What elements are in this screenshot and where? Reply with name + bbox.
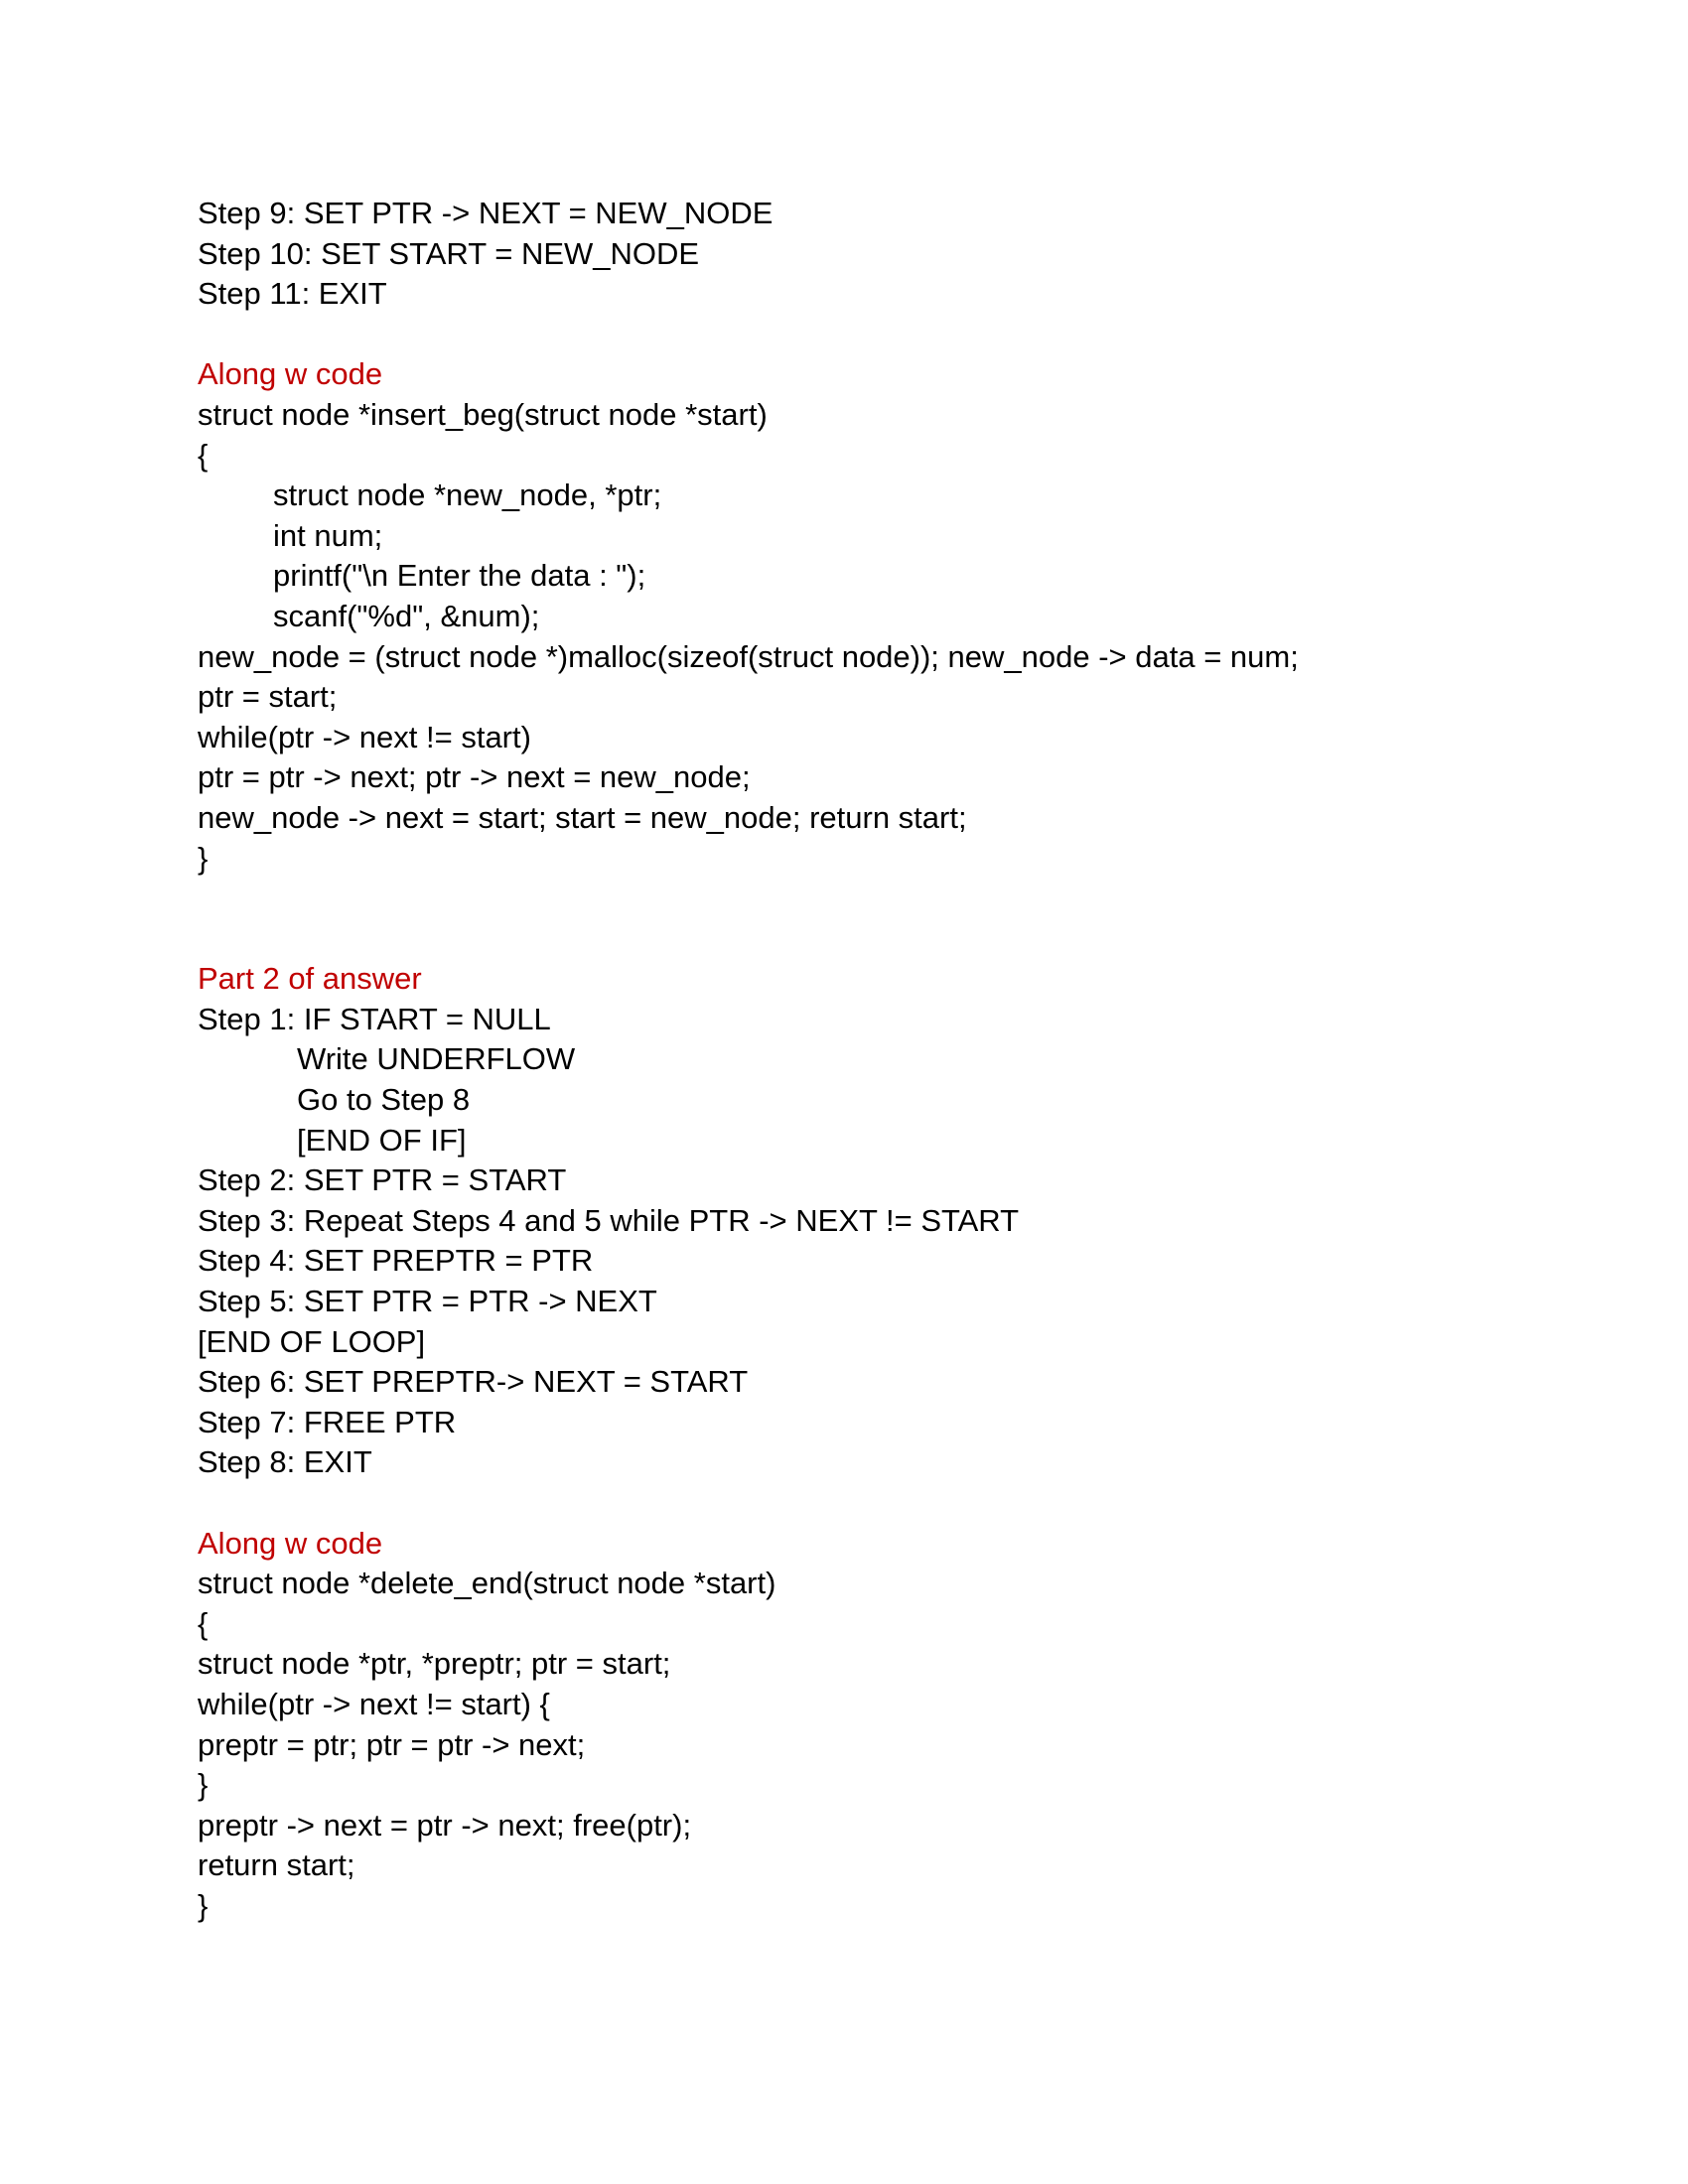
step-line-indented: Write UNDERFLOW: [297, 1041, 576, 1077]
heading-along-w-code-1: Along w code: [198, 356, 383, 392]
step-line: Step 9: SET PTR -> NEXT = NEW_NODE: [198, 196, 774, 230]
code-line: struct node *insert_beg(struct node *sta…: [198, 396, 768, 432]
code-line: {: [198, 437, 209, 473]
code-line: struct node *ptr, *preptr; ptr = start;: [198, 1646, 671, 1682]
code-line-indented: printf("\n Enter the data : ");: [273, 558, 646, 594]
code-line: while(ptr -> next != start): [198, 719, 531, 754]
heading-along-w-code-2: Along w code: [198, 1525, 383, 1561]
step-line: Step 10: SET START = NEW_NODE: [198, 235, 700, 271]
step-line-indented: [END OF IF]: [297, 1122, 467, 1158]
code-line: preptr = ptr; ptr = ptr -> next;: [198, 1726, 586, 1762]
code-line: }: [198, 840, 209, 876]
step-line: Step 2: SET PTR = START: [198, 1162, 567, 1198]
step-line: [END OF LOOP]: [198, 1323, 426, 1359]
step-line: Step 6: SET PREPTR-> NEXT = START: [198, 1364, 749, 1400]
step-line: Step 5: SET PTR = PTR -> NEXT: [198, 1284, 657, 1319]
code-line: }: [198, 1767, 209, 1803]
document-page: Step 9: SET PTR -> NEXT = NEW_NODE Step …: [198, 194, 1568, 1927]
code-line: }: [198, 1887, 209, 1923]
code-line: {: [198, 1605, 209, 1641]
step-line-indented: Go to Step 8: [297, 1082, 471, 1118]
code-line: new_node = (struct node *)malloc(sizeof(…: [198, 638, 1299, 674]
heading-part-2: Part 2 of answer: [198, 961, 422, 997]
step-line: Step 11: EXIT: [198, 276, 387, 312]
code-line: new_node -> next = start; start = new_no…: [198, 799, 967, 835]
step-line: Step 8: EXIT: [198, 1444, 372, 1480]
step-line: Step 1: IF START = NULL: [198, 1001, 551, 1036]
code-line: while(ptr -> next != start) {: [198, 1686, 550, 1721]
code-line: ptr = start;: [198, 679, 338, 715]
code-line: preptr -> next = ptr -> next; free(ptr);: [198, 1807, 692, 1843]
code-line: ptr = ptr -> next; ptr -> next = new_nod…: [198, 759, 751, 795]
code-line-indented: struct node *new_node, *ptr;: [273, 478, 662, 513]
step-line: Step 4: SET PREPTR = PTR: [198, 1243, 594, 1279]
step-line: Step 3: Repeat Steps 4 and 5 while PTR -…: [198, 1202, 1020, 1238]
code-line: return start;: [198, 1847, 355, 1883]
step-line: Step 7: FREE PTR: [198, 1404, 457, 1439]
code-line-indented: int num;: [273, 517, 383, 553]
code-line-indented: scanf("%d", &num);: [273, 598, 540, 633]
code-line: struct node *delete_end(struct node *sta…: [198, 1566, 776, 1601]
